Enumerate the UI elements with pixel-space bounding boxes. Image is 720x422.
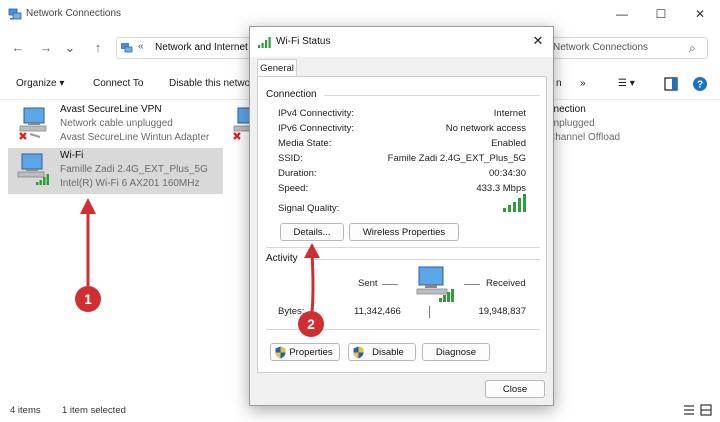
activity-group-label: Activity [266,253,298,264]
item-count: 4 items [10,405,41,416]
search-input[interactable]: Network Connections ⌕ [548,37,708,59]
connection-item-wifi[interactable]: Wi-Fi Famille Zadi 2.4G_EXT_Plus_5G Inte… [8,148,223,194]
connection-item-vpn[interactable]: Avast SecureLine VPN Network cable unplu… [8,102,220,148]
uac-shield-icon [275,346,286,359]
ipv4-label: IPv4 Connectivity: [278,108,355,119]
window-close-button[interactable]: ✕ [690,5,710,23]
connection-name: Avast SecureLine VPN [60,104,162,115]
title-bar: Network Connections — ☐ ✕ [0,0,720,28]
step-marker-1: 1 [75,286,101,312]
diagnose-button[interactable]: Diagnose [422,343,490,361]
received-label: Received [486,278,526,289]
back-button[interactable]: ← [10,40,26,56]
properties-button[interactable]: Properties [270,343,340,361]
sent-dash [382,284,398,285]
connect-to-button[interactable]: Connect To [93,78,143,89]
bytes-sent-value: 11,342,466 [354,306,401,317]
up-button[interactable]: ↑ [90,40,106,56]
maximize-button[interactable]: ☐ [651,5,671,23]
media-state-label: Media State: [278,138,332,149]
svg-text:?: ? [697,80,703,91]
help-icon[interactable]: ? [692,76,708,92]
close-button[interactable]: Close [485,380,545,398]
recent-locations-button[interactable]: ⌄ [62,40,78,56]
network-connections-icon [8,8,22,20]
breadcrumb-overflow[interactable]: « [138,41,144,52]
more-commands-button[interactable]: » [580,78,586,89]
dialog-title: Wi-Fi Status [276,36,331,47]
media-state-value: Enabled [491,138,526,149]
disable-button-label: Disable [372,346,404,358]
received-dash [464,284,480,285]
disable-network-button[interactable]: Disable this netwo [169,78,250,89]
network-folder-icon [121,43,133,53]
selection-count: 1 item selected [62,405,126,416]
address-bar[interactable]: « Network and Internet [116,37,256,59]
network-adapter-icon [19,107,47,140]
dialog-title-bar: Wi-Fi Status ✕ [250,27,553,57]
ipv4-value: Internet [493,108,526,119]
connection-adapter: Channel Offload [548,132,621,143]
breadcrumb[interactable]: Network and Internet [155,42,248,53]
signal-quality-label: Signal Quality: [278,203,340,214]
dialog-close-button[interactable]: ✕ [530,33,546,49]
change-view-button[interactable]: ☰ ▾ [618,78,635,89]
forward-button[interactable]: → [38,40,54,56]
signal-quality-bars [503,194,526,212]
tab-general[interactable]: General [257,59,297,77]
bytes-divider [429,306,430,318]
uac-shield-icon [353,346,364,359]
tiles-view-icon[interactable] [700,404,712,416]
ipv6-value: No network access [445,123,526,134]
bytes-received-value: 19,948,837 [478,306,526,317]
properties-button-label: Properties [289,346,333,358]
sent-label: Sent [358,278,378,289]
wifi-adapter-icon [17,153,49,185]
connection-adapter: Intel(R) Wi-Fi 6 AX201 160MHz [60,178,200,189]
connection-adapter: Avast SecureLine Wintun Adapter [60,132,210,143]
connection-group-label: Connection [266,89,317,100]
connection-name: Wi-Fi [60,150,84,161]
group-divider [324,95,540,96]
search-placeholder: Network Connections [553,42,649,53]
connection-status: unplugged [548,118,595,129]
connection-ssid: Famille Zadi 2.4G_EXT_Plus_5G [60,164,208,175]
window-title: Network Connections [26,8,122,19]
wifi-signal-icon [258,37,271,48]
search-icon: ⌕ [689,41,696,55]
step-marker-2: 2 [298,311,324,337]
details-button[interactable]: Details... [280,223,344,241]
details-view-icon[interactable] [683,404,695,416]
ssid-value: Famile Zadi 2.4G_EXT_Plus_5G [387,153,526,164]
duration-label: Duration: [278,168,317,179]
connection-status: Network cable unplugged [60,118,173,129]
organize-menu[interactable]: Organize ▾ [16,78,64,89]
disable-button[interactable]: Disable [348,343,416,361]
group-divider [266,247,540,248]
group-divider [310,259,540,260]
speed-label: Speed: [278,183,309,194]
ssid-label: SSID: [278,153,303,164]
network-computer-icon [416,266,454,302]
minimize-button[interactable]: — [612,5,632,23]
toolbar-hidden-item[interactable]: n [556,78,562,89]
preview-pane-icon[interactable] [664,77,678,91]
duration-value: 00:34:30 [489,168,526,179]
wifi-status-dialog: Wi-Fi Status ✕ General Connection IPv4 C… [249,26,554,406]
ipv6-label: IPv6 Connectivity: [278,123,355,134]
wireless-properties-button[interactable]: Wireless Properties [349,223,459,241]
